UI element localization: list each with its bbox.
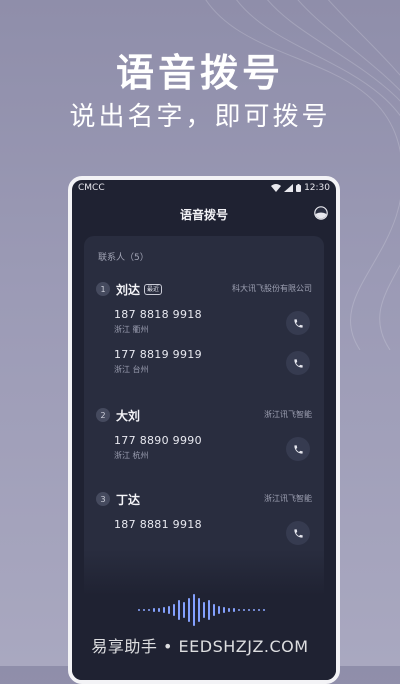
contact-company: 浙江讯飞智能 <box>264 410 312 419</box>
watermark-text: 易享助手 • EEDSHZJZ.COM <box>91 637 309 656</box>
call-button[interactable] <box>286 351 310 375</box>
contact-company: 浙江讯飞智能 <box>264 494 312 503</box>
contact-index: 2 <box>96 408 110 422</box>
phone-number-row[interactable]: 177 8819 9919 浙江 台州 <box>114 348 312 384</box>
phone-number: 177 8819 9919 <box>114 348 202 361</box>
voice-assistant-icon[interactable] <box>314 206 328 220</box>
contact-item[interactable]: 2 大刘 浙江讯飞智能 177 8890 9990 浙江 杭州 <box>84 406 324 461</box>
battery-icon <box>296 184 302 192</box>
wifi-icon <box>271 184 282 192</box>
contacts-count-label: 联系人（5） <box>98 253 149 263</box>
phone-number-row[interactable]: 177 8890 9990 浙江 杭州 <box>114 434 312 470</box>
contact-index: 1 <box>96 282 110 296</box>
call-button[interactable] <box>286 437 310 461</box>
phone-mockup: CMCC 12:30 语音拨号 联系人（5） 1 刘达 最近 科大讯飞股份有限公… <box>68 176 340 684</box>
promo-headline: 语音拨号 <box>115 51 284 95</box>
contact-item[interactable]: 3 丁达 浙江讯飞智能 187 8881 9918 <box>84 490 324 545</box>
promo-subline: 说出名字，即可拨号 <box>69 102 331 132</box>
contact-header: 3 丁达 浙江讯飞智能 <box>84 490 324 508</box>
phone-number: 177 8890 9990 <box>114 434 202 447</box>
contact-header: 1 刘达 最近 科大讯飞股份有限公司 <box>84 280 324 298</box>
time-label: 12:30 <box>304 183 330 193</box>
call-button[interactable] <box>286 521 310 545</box>
call-button[interactable] <box>286 311 310 335</box>
contact-header: 2 大刘 浙江讯飞智能 <box>84 406 324 424</box>
status-icons: 12:30 <box>271 183 330 193</box>
phone-location: 浙江 衢州 <box>114 325 149 334</box>
contact-name: 丁达 <box>116 492 141 507</box>
phone-number: 187 8881 9918 <box>114 518 202 531</box>
phone-icon <box>293 528 303 538</box>
contact-index: 3 <box>96 492 110 506</box>
phone-location: 浙江 台州 <box>114 365 149 374</box>
recent-badge: 最近 <box>144 283 163 295</box>
phone-icon <box>293 358 303 368</box>
contact-item[interactable]: 1 刘达 最近 科大讯飞股份有限公司 187 8818 9918 浙江 衢州 1… <box>84 280 324 375</box>
contact-name: 大刘 <box>116 408 141 423</box>
carrier-label: CMCC <box>78 183 105 193</box>
phone-icon <box>293 318 303 328</box>
contact-name: 刘达 <box>116 282 141 297</box>
signal-icon <box>284 184 294 192</box>
phone-number: 187 8818 9918 <box>114 308 202 321</box>
phone-icon <box>293 444 303 454</box>
phone-location: 浙江 杭州 <box>114 451 149 460</box>
app-title: 语音拨号 <box>179 207 228 222</box>
phone-number-row[interactable]: 187 8818 9918 浙江 衢州 <box>114 308 312 344</box>
status-bar: CMCC 12:30 <box>72 180 336 196</box>
app-bar: 语音拨号 <box>72 196 336 232</box>
phone-number-row[interactable]: 187 8881 9918 <box>114 518 312 554</box>
voice-waveform-icon[interactable] <box>72 590 336 630</box>
contact-company: 科大讯飞股份有限公司 <box>232 284 312 293</box>
